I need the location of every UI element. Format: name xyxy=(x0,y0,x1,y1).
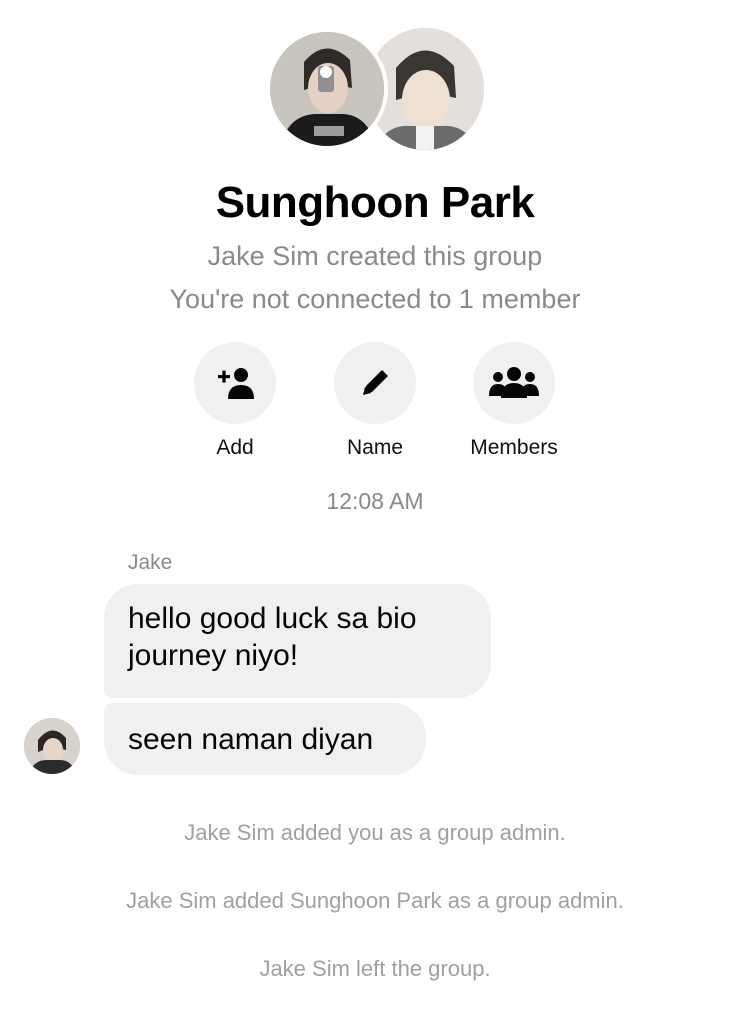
members-button[interactable] xyxy=(473,342,555,424)
add-button[interactable] xyxy=(194,342,276,424)
group-created-note: Jake Sim created this group xyxy=(207,241,543,271)
group-avatars[interactable] xyxy=(266,28,484,152)
add-person-icon xyxy=(218,368,254,399)
members-label: Members xyxy=(470,436,558,459)
pencil-icon xyxy=(363,370,388,395)
connection-note: You're not connected to 1 member xyxy=(169,284,581,314)
add-action[interactable]: Add xyxy=(170,342,300,460)
group-members-icon xyxy=(489,367,539,398)
add-label: Add xyxy=(216,436,254,459)
members-action[interactable]: Members xyxy=(449,342,579,460)
message-timestamp: 12:08 AM xyxy=(326,488,424,514)
system-message: Jake Sim added you as a group admin. xyxy=(184,820,566,845)
group-title: Sunghoon Park xyxy=(215,178,535,227)
name-label: Name xyxy=(346,436,404,459)
name-action[interactable]: Name xyxy=(310,342,440,460)
message-bubble[interactable]: seen naman diyan xyxy=(104,703,426,775)
sender-avatar[interactable] xyxy=(24,718,80,774)
group-avatar-front xyxy=(266,28,388,150)
name-button[interactable] xyxy=(334,342,416,424)
message-bubble[interactable]: hello good luck sa bio journey niyo! xyxy=(104,584,491,698)
sender-name: Jake xyxy=(128,551,173,574)
system-message: Jake Sim added Sunghoon Park as a group … xyxy=(126,888,624,913)
system-message: Jake Sim left the group. xyxy=(259,956,491,981)
